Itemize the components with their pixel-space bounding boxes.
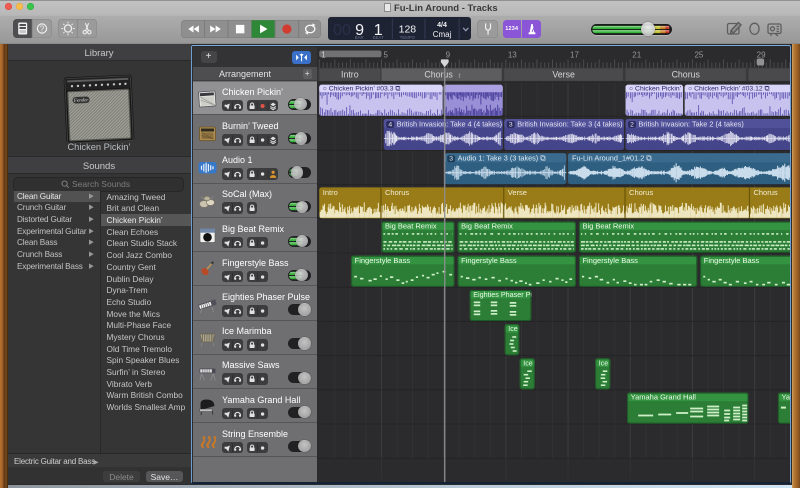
svg-text:29: 29 [756,50,765,59]
svg-text:Eighties Phaser Pul: Eighties Phaser Pul [473,290,536,299]
svg-text:○ Chicken Pickin’ #03.12 ⧉: ○ Chicken Pickin’ #03.12 ⧉ [688,85,769,92]
svg-text:21: 21 [632,50,641,59]
svg-text:?: ? [40,24,45,34]
svg-text:Fender: Fender [73,98,89,104]
svg-text:Big Beat Remix: Big Beat Remix [582,221,634,230]
svg-text:Chorus: Chorus [753,187,777,196]
svg-text:Fingerstyle Bass: Fingerstyle Bass [582,255,638,264]
svg-text:Big Beat Remix: Big Beat Remix [384,221,436,230]
svg-text:Cmaj: Cmaj [433,30,452,39]
svg-text:Yamaha Grand Hall: Yamaha Grand Hall [630,392,696,401]
svg-text:Yar: Yar [781,392,791,401]
svg-text:BAR: BAR [355,35,364,40]
svg-text:Audio 1: Take 3 (3 takes) ⧉: Audio 1: Take 3 (3 takes) ⧉ [457,153,545,162]
svg-text:Ice: Ice [508,326,517,333]
svg-text:Verse: Verse [552,69,575,79]
svg-text:3: 3 [449,155,453,162]
svg-text:Ice: Ice [598,360,607,367]
svg-text:Intro: Intro [322,187,337,196]
svg-text:Fingerstyle Bass: Fingerstyle Bass [461,255,517,264]
svg-text:Ice: Ice [523,360,532,367]
svg-text:3: 3 [508,121,512,128]
svg-text:25: 25 [694,50,703,59]
svg-text:BEAT: BEAT [373,35,384,40]
svg-text:○ Chicken Pickin’ #: ○ Chicken Pickin’ # [629,85,687,92]
svg-text:Fingerstyle Bass: Fingerstyle Bass [354,255,410,264]
svg-text:○ Chicken Pickin’ #03.3 ⧉: ○ Chicken Pickin’ #03.3 ⧉ [322,85,400,92]
svg-text:Chorus: Chorus [671,69,700,79]
svg-text:2: 2 [630,121,634,128]
svg-text:00: 00 [333,21,351,39]
svg-text:↕: ↕ [457,72,461,79]
svg-text:TEMPO: TEMPO [400,35,416,40]
svg-text:9: 9 [445,50,450,59]
svg-text:British Invasion: Take 4 (4 ta: British Invasion: Take 4 (4 takes) [396,119,501,128]
svg-text:5: 5 [383,50,388,59]
svg-text:Intro: Intro [341,69,359,79]
svg-text:128: 128 [399,24,417,36]
svg-text:4: 4 [388,121,392,128]
svg-text:Chorus: Chorus [629,187,653,196]
svg-text:Big Beat Remix: Big Beat Remix [461,221,513,230]
svg-text:Chorus: Chorus [424,69,453,79]
svg-text:4/4: 4/4 [437,22,447,29]
svg-text:Fu-Lin Around_1#01.2 ⧉: Fu-Lin Around_1#01.2 ⧉ [572,153,651,162]
svg-text:13: 13 [507,50,516,59]
svg-text:British Invasion: Take 2 (4 ta: British Invasion: Take 2 (4 takes) [638,119,743,128]
svg-text:1: 1 [321,50,326,59]
svg-text:Fingerstyle Bass: Fingerstyle Bass [703,255,759,264]
svg-text:Chorus: Chorus [384,187,408,196]
svg-text:Verse: Verse [507,187,526,196]
svg-text:17: 17 [570,50,579,59]
svg-text:British Invasion: Take 3 (4 ta: British Invasion: Take 3 (4 takes) [517,119,622,128]
